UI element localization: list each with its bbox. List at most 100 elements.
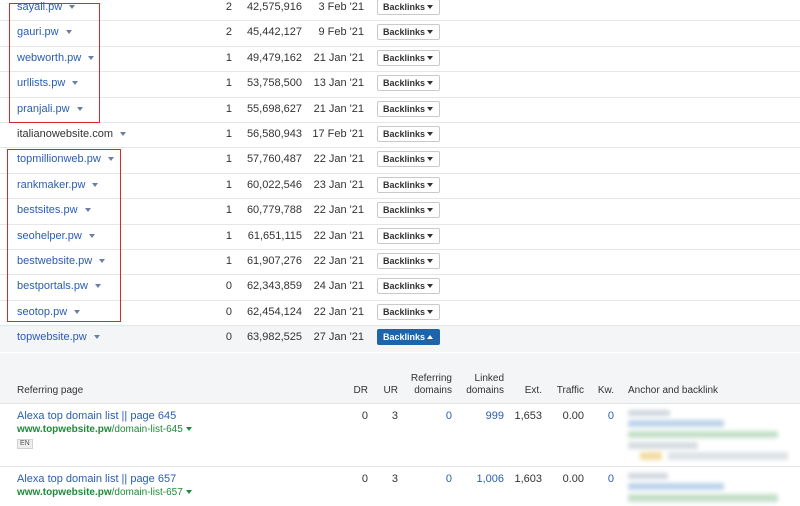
chevron-down-icon[interactable] bbox=[92, 182, 99, 187]
backlinks-button[interactable]: Backlinks bbox=[377, 75, 440, 92]
date-value: 22 Jan '21 bbox=[313, 204, 364, 217]
chevron-down-icon[interactable] bbox=[88, 233, 95, 238]
header-kw[interactable]: Kw. bbox=[590, 385, 614, 397]
header-referring-domains[interactable]: Referring domains bbox=[400, 373, 452, 397]
count-value: 1 bbox=[225, 102, 232, 115]
domain-link[interactable]: bestwebsite.pw bbox=[17, 255, 106, 267]
domain-link[interactable]: sayali.pw bbox=[17, 1, 76, 13]
domain-link[interactable]: topwebsite.pw bbox=[17, 331, 100, 343]
domain-link[interactable]: italianowebsite.com bbox=[17, 128, 126, 140]
referring-page-url[interactable]: www.topwebsite.pw/domain-list-657 bbox=[17, 487, 192, 498]
count-value: 1 bbox=[225, 51, 232, 64]
domain-link[interactable]: topmillionweb.pw bbox=[17, 153, 114, 165]
rank-value: 56,580,943 bbox=[246, 128, 302, 140]
date-value: 22 Jan '21 bbox=[313, 153, 364, 166]
chevron-down-icon[interactable] bbox=[120, 132, 126, 136]
chevron-down-icon[interactable] bbox=[94, 284, 101, 289]
domain-link[interactable]: pranjali.pw bbox=[17, 103, 83, 115]
table-row: pranjali.pw 1 55,698,627 21 Jan '21 Back… bbox=[0, 98, 800, 123]
chevron-down-icon[interactable] bbox=[65, 30, 72, 35]
rank-value: 62,343,859 bbox=[246, 280, 302, 293]
dropdown-arrow-icon bbox=[427, 259, 433, 263]
header-dr[interactable]: DR bbox=[340, 385, 368, 397]
backlinks-button[interactable]: Backlinks bbox=[377, 151, 440, 168]
chevron-down-icon[interactable] bbox=[69, 5, 76, 9]
backlinks-button[interactable]: Backlinks bbox=[377, 202, 440, 219]
chevron-down-icon[interactable] bbox=[107, 157, 114, 162]
backlinks-button[interactable]: Backlinks bbox=[377, 253, 440, 269]
backlinks-button-active[interactable]: Backlinks bbox=[377, 329, 440, 346]
ur-value: 3 bbox=[391, 410, 398, 422]
dropdown-arrow-icon bbox=[427, 182, 433, 187]
count-value: 1 bbox=[225, 204, 232, 217]
header-referring-page[interactable]: Referring page bbox=[17, 385, 83, 397]
domain-link[interactable]: gauri.pw bbox=[17, 26, 72, 38]
count-value: 1 bbox=[225, 128, 232, 140]
count-value: 0 bbox=[225, 280, 232, 293]
domain-link[interactable]: rankmaker.pw bbox=[17, 179, 99, 191]
referring-page-url[interactable]: www.topwebsite.pw/domain-list-645 bbox=[17, 424, 192, 435]
header-anchor-backlink[interactable]: Anchor and backlink bbox=[628, 385, 718, 397]
date-value: 21 Jan '21 bbox=[313, 102, 364, 115]
table-row: bestwebsite.pw 1 61,907,276 22 Jan '21 B… bbox=[0, 250, 800, 276]
kw-value[interactable]: 0 bbox=[590, 410, 614, 422]
count-value: 2 bbox=[225, 26, 232, 39]
chevron-down-icon[interactable] bbox=[76, 106, 83, 111]
referring-domains-value[interactable]: 0 bbox=[400, 473, 452, 485]
backlinks-button[interactable]: Backlinks bbox=[377, 303, 440, 320]
table-row: seotop.pw 0 62,454,124 22 Jan '21 Backli… bbox=[0, 301, 800, 327]
count-value: 1 bbox=[225, 77, 232, 90]
linked-domains-value[interactable]: 1,006 bbox=[460, 473, 504, 485]
count-value: 1 bbox=[225, 178, 232, 191]
backlinks-button[interactable]: Backlinks bbox=[377, 278, 440, 295]
date-value: 22 Jan '21 bbox=[313, 255, 364, 267]
date-value: 22 Jan '21 bbox=[313, 229, 364, 242]
table-row: italianowebsite.com 1 56,580,943 17 Feb … bbox=[0, 123, 800, 149]
ur-value: 3 bbox=[391, 473, 398, 485]
backlinks-button[interactable]: Backlinks bbox=[377, 227, 440, 244]
count-value: 1 bbox=[225, 153, 232, 166]
header-ext[interactable]: Ext. bbox=[510, 385, 542, 397]
chevron-down-icon[interactable] bbox=[84, 208, 91, 213]
backlinks-button[interactable]: Backlinks bbox=[377, 0, 440, 15]
rank-value: 62,454,124 bbox=[246, 305, 302, 318]
rank-value: 45,442,127 bbox=[246, 26, 302, 39]
dropdown-arrow-icon bbox=[427, 284, 433, 289]
traffic-value: 0.00 bbox=[562, 473, 584, 485]
domain-link[interactable]: bestsites.pw bbox=[17, 204, 91, 216]
referring-domains-value[interactable]: 0 bbox=[400, 410, 452, 422]
referring-page-title[interactable]: Alexa top domain list || page 645 bbox=[17, 410, 176, 422]
chevron-down-icon[interactable] bbox=[88, 55, 95, 60]
header-traffic[interactable]: Traffic bbox=[548, 385, 584, 397]
date-value: 3 Feb '21 bbox=[318, 1, 364, 13]
date-value: 21 Jan '21 bbox=[313, 51, 364, 64]
header-linked-domains[interactable]: Linked domains bbox=[460, 373, 504, 397]
backlinks-button[interactable]: Backlinks bbox=[377, 176, 440, 193]
backlinks-button[interactable]: Backlinks bbox=[377, 126, 440, 142]
domain-link[interactable]: seohelper.pw bbox=[17, 230, 95, 242]
chevron-down-icon[interactable] bbox=[185, 490, 192, 494]
rank-value: 42,575,916 bbox=[246, 1, 302, 13]
header-ur[interactable]: UR bbox=[370, 385, 398, 397]
backlinks-button[interactable]: Backlinks bbox=[377, 49, 440, 66]
domain-link[interactable]: bestportals.pw bbox=[17, 280, 101, 292]
date-value: 24 Jan '21 bbox=[313, 280, 364, 293]
chevron-down-icon[interactable] bbox=[74, 309, 81, 314]
linked-domains-value[interactable]: 999 bbox=[460, 410, 504, 422]
chevron-down-icon[interactable] bbox=[72, 81, 79, 86]
domain-link[interactable]: urllists.pw bbox=[17, 77, 79, 89]
dropdown-arrow-icon bbox=[427, 5, 433, 9]
kw-value[interactable]: 0 bbox=[590, 473, 614, 485]
referring-page-title[interactable]: Alexa top domain list || page 657 bbox=[17, 473, 176, 485]
table-row: urllists.pw 1 53,758,500 13 Jan '21 Back… bbox=[0, 72, 800, 98]
backlinks-button[interactable]: Backlinks bbox=[377, 100, 440, 117]
domain-link[interactable]: webworth.pw bbox=[17, 52, 95, 64]
traffic-value: 0.00 bbox=[562, 410, 584, 422]
date-value: 9 Feb '21 bbox=[318, 26, 364, 39]
ext-value: 1,603 bbox=[514, 473, 542, 485]
chevron-down-icon[interactable] bbox=[185, 427, 192, 431]
backlinks-button[interactable]: Backlinks bbox=[377, 24, 440, 41]
domain-link[interactable]: seotop.pw bbox=[17, 306, 81, 318]
chevron-down-icon[interactable] bbox=[99, 259, 106, 263]
chevron-down-icon[interactable] bbox=[93, 335, 100, 340]
